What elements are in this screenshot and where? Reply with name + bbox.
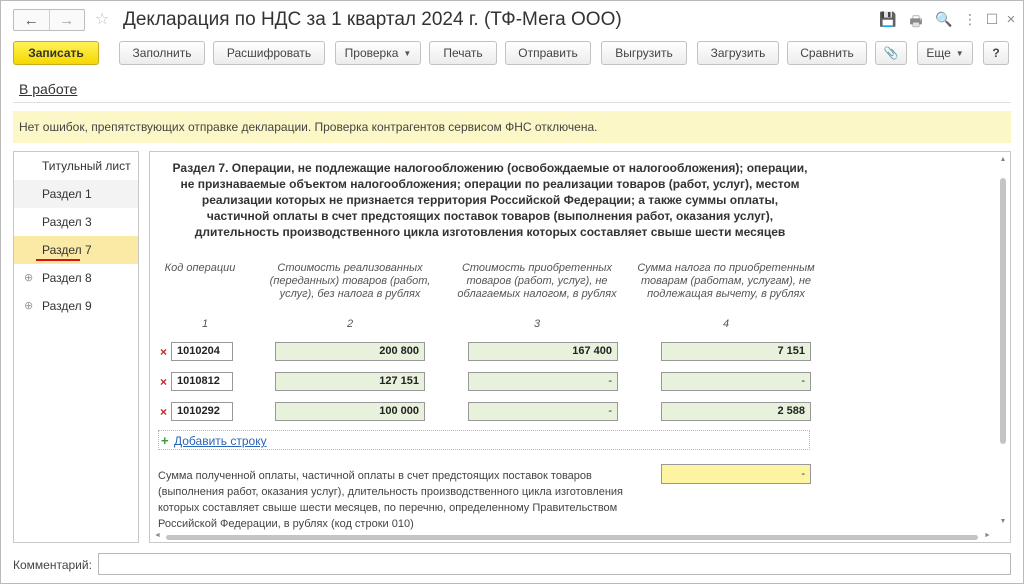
- dropdown-caret-icon: ▼: [955, 48, 964, 58]
- operation-code-field[interactable]: 1010292: [171, 402, 233, 421]
- column-number: 2: [346, 318, 354, 330]
- sold-value-field[interactable]: 100 000: [275, 402, 425, 421]
- tree-item-label: Раздел 1: [42, 187, 92, 201]
- tax-amount-field[interactable]: 2 588: [661, 402, 811, 421]
- column-number: 4: [722, 318, 730, 330]
- line-010-label: Сумма полученной оплаты, частичной оплат…: [158, 470, 624, 530]
- more-button-label: Еще: [926, 46, 951, 60]
- tree-item-section-9[interactable]: ⊕ Раздел 9: [14, 292, 138, 320]
- tree-item-label: Раздел 9: [42, 299, 92, 313]
- preview-icon[interactable]: 🔍: [935, 11, 953, 28]
- tree-item-label: Раздел 3: [42, 215, 92, 229]
- declaration-window: ← → ☆ Декларация по НДС за 1 квартал 202…: [0, 0, 1024, 584]
- tree-item-label: Титульный лист: [42, 159, 131, 173]
- send-button[interactable]: Отправить: [505, 41, 591, 65]
- delete-row-icon[interactable]: ×: [160, 375, 167, 389]
- operation-code-field[interactable]: 1010812: [171, 372, 233, 391]
- horizontal-scroll-thumb[interactable]: [166, 535, 978, 540]
- expand-icon[interactable]: ⊕: [24, 299, 33, 312]
- horizontal-scrollbar[interactable]: ◄ ►: [154, 532, 994, 542]
- tree-item-section-3[interactable]: Раздел 3: [14, 208, 138, 236]
- column-header-sold-value: Стоимость реализованных (переданных) тов…: [269, 262, 431, 300]
- attach-button[interactable]: 📎: [875, 41, 907, 65]
- paperclip-icon: 📎: [883, 46, 899, 60]
- divider: [13, 102, 1011, 103]
- back-button[interactable]: ←: [14, 10, 49, 30]
- scroll-left-icon[interactable]: ◄: [154, 532, 161, 539]
- load-button[interactable]: Загрузить: [697, 41, 779, 65]
- notice-bar: Нет ошибок, препятствующих отправке декл…: [13, 111, 1011, 143]
- favorite-star-icon[interactable]: ☆: [95, 9, 109, 29]
- tree-item-title-page[interactable]: Титульный лист: [14, 152, 138, 180]
- vertical-scroll-thumb[interactable]: [1000, 178, 1006, 444]
- delete-row-icon[interactable]: ×: [160, 345, 167, 359]
- more-dropdown-button[interactable]: Еще ▼: [917, 41, 973, 65]
- vertical-scrollbar[interactable]: ▲ ▼: [998, 156, 1008, 530]
- tree-item-section-1[interactable]: Раздел 1: [14, 180, 138, 208]
- expand-icon[interactable]: ⊕: [24, 271, 33, 284]
- maximize-icon[interactable]: ☐: [983, 11, 1001, 28]
- scroll-right-icon[interactable]: ►: [984, 532, 991, 539]
- forward-arrow-icon: →: [59, 11, 75, 29]
- print-button[interactable]: Печать: [429, 41, 497, 65]
- tree-item-label: Раздел 7: [42, 243, 92, 257]
- print-icon[interactable]: 🖶: [907, 11, 925, 35]
- purchased-value-field[interactable]: -: [468, 402, 618, 421]
- column-number: 1: [201, 318, 209, 330]
- upload-button[interactable]: Выгрузить: [601, 41, 687, 65]
- back-arrow-icon: ←: [23, 11, 39, 29]
- tax-amount-field[interactable]: 7 151: [661, 342, 811, 361]
- section-title: Раздел 7. Операции, не подлежащие налого…: [172, 161, 808, 239]
- check-button-label: Проверка: [344, 46, 399, 60]
- title-bar: ← → ☆ Декларация по НДС за 1 квартал 202…: [1, 1, 1023, 37]
- toolbar: Записать Заполнить Расшифровать Проверка…: [1, 39, 1023, 69]
- status-link[interactable]: В работе: [19, 81, 77, 97]
- section-form-panel: Раздел 7. Операции, не подлежащие налого…: [149, 151, 1011, 543]
- column-header-code: Код операции: [164, 262, 236, 274]
- tax-amount-field[interactable]: -: [661, 372, 811, 391]
- navigation-group: ← →: [13, 9, 85, 31]
- purchased-value-field[interactable]: -: [468, 372, 618, 391]
- compare-button[interactable]: Сравнить: [787, 41, 867, 65]
- add-plus-icon[interactable]: +: [161, 433, 169, 448]
- save-link-icon[interactable]: 💾: [879, 11, 897, 28]
- forward-button[interactable]: →: [48, 10, 85, 30]
- scroll-up-icon[interactable]: ▲: [998, 156, 1008, 163]
- help-button[interactable]: ?: [983, 41, 1009, 65]
- notice-text: Нет ошибок, препятствующих отправке декл…: [19, 120, 598, 134]
- fill-button[interactable]: Заполнить: [119, 41, 205, 65]
- window-title: Декларация по НДС за 1 квартал 2024 г. (…: [123, 9, 622, 30]
- line-010-field[interactable]: -: [661, 464, 811, 484]
- sold-value-field[interactable]: 127 151: [275, 372, 425, 391]
- more-options-icon[interactable]: ⋮: [961, 11, 979, 28]
- selection-underline: [36, 259, 80, 261]
- purchased-value-field[interactable]: 167 400: [468, 342, 618, 361]
- operation-code-field[interactable]: 1010204: [171, 342, 233, 361]
- dropdown-caret-icon: ▼: [403, 48, 412, 58]
- comment-input[interactable]: [98, 553, 1011, 575]
- tree-item-section-8[interactable]: ⊕ Раздел 8: [14, 264, 138, 292]
- add-row-area: + Добавить строку: [158, 430, 810, 450]
- tree-item-section-7[interactable]: Раздел 7: [14, 236, 138, 264]
- tree-item-label: Раздел 8: [42, 271, 92, 285]
- record-button[interactable]: Записать: [13, 41, 99, 65]
- sold-value-field[interactable]: 200 800: [275, 342, 425, 361]
- close-icon[interactable]: ×: [1002, 11, 1020, 28]
- column-header-tax-amount: Сумма налога по приобретенным товарам (р…: [637, 262, 815, 300]
- add-row-link[interactable]: Добавить строку: [174, 434, 267, 448]
- sections-tree: Титульный лист Раздел 1 Раздел 3 Раздел …: [13, 151, 139, 543]
- column-number: 3: [533, 318, 541, 330]
- delete-row-icon[interactable]: ×: [160, 405, 167, 419]
- decode-button[interactable]: Расшифровать: [213, 41, 325, 65]
- column-header-purchased-value: Стоимость приобретенных товаров (работ, …: [457, 262, 617, 300]
- scroll-down-icon[interactable]: ▼: [998, 518, 1008, 525]
- check-dropdown-button[interactable]: Проверка ▼: [335, 41, 421, 65]
- comment-label: Комментарий:: [13, 558, 92, 572]
